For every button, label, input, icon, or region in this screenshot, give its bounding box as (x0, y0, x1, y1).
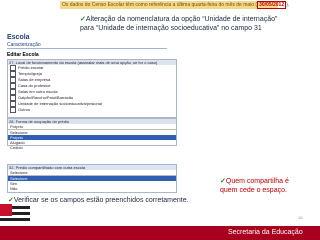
dropdown-option[interactable]: Cedido (8, 145, 176, 150)
banner-suffix: ). (286, 2, 290, 8)
checkbox-label: Unidade de internação socioeducativa/pri… (18, 101, 102, 106)
callout-bottom-text: Verificar se os campos estão preenchidos… (13, 197, 189, 204)
callout-top-text: Alteração da nomenclatura da opção “Unid… (80, 16, 278, 32)
callout-bottom: ✓Verificar se os campos estão preenchido… (8, 196, 248, 205)
organization-name: Secretaria da Educação (228, 229, 303, 236)
dropdown-option[interactable]: Não (8, 186, 176, 191)
location-section: 27. Local de funcionamento da escola (as… (7, 59, 177, 118)
form-title: Editar Escola (7, 52, 39, 58)
occupation-section: 28. Forma de ocupação do prédio Próprio … (7, 118, 177, 150)
checkbox-item[interactable]: Outros (8, 107, 176, 113)
callout-right-text: Quem compartilha é quem cede o espaço. (220, 178, 289, 194)
callout-right: ✓Quem compartilha é quem cede o espaço. (220, 177, 300, 195)
page-title: Escola (7, 34, 30, 41)
banner-message: Os dados do Censo Escolar têm como refer… (62, 2, 258, 8)
banner-date: 30/05/2012 (257, 1, 287, 9)
banner-text: Os dados do Censo Escolar têm como refer… (62, 1, 289, 9)
divider (7, 48, 167, 49)
checkbox-label: Outros (18, 107, 31, 112)
page-number: 10 (298, 215, 303, 220)
callout-top: ✓Alteração da nomenclatura da opção “Uni… (80, 15, 290, 33)
checkbox[interactable] (10, 107, 16, 113)
flag-stripes-icon (0, 204, 30, 226)
shared-building-section: 32. Prédio compartilhado com outra escol… (7, 164, 177, 193)
